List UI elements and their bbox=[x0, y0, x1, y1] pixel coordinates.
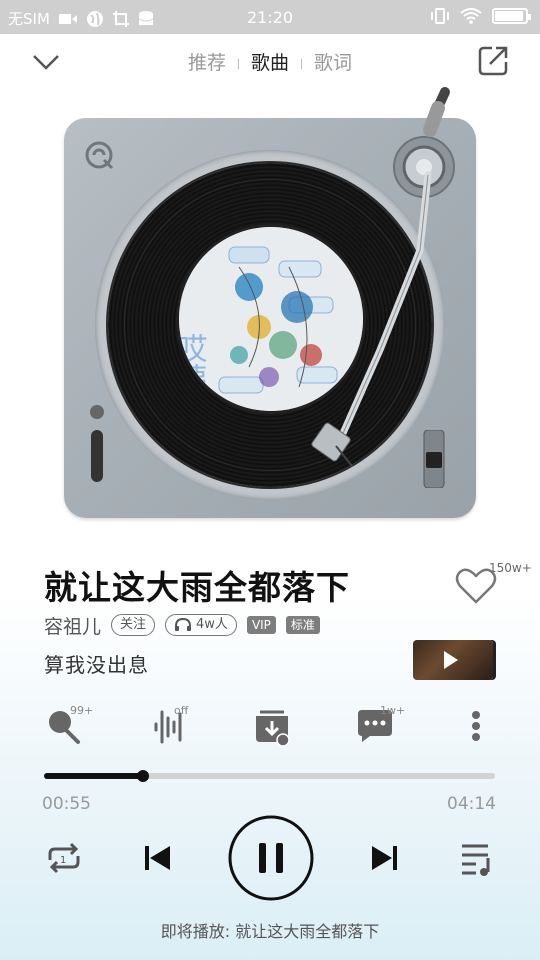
album-art[interactable]: 哎咦 bbox=[176, 224, 366, 414]
svg-text:1: 1 bbox=[60, 855, 66, 866]
battery-icon bbox=[492, 8, 531, 24]
share-icon[interactable] bbox=[476, 44, 510, 78]
app-logo-icon bbox=[85, 141, 114, 170]
vibrate-icon bbox=[431, 8, 449, 24]
top-nav: 推荐 歌曲 歌词 bbox=[0, 34, 540, 90]
tab-recommend[interactable]: 推荐 bbox=[176, 48, 238, 75]
like-count: 150w+ bbox=[489, 561, 532, 575]
comment-count: 1w+ bbox=[380, 704, 406, 717]
current-lyric[interactable]: 算我没出息 bbox=[44, 649, 149, 678]
progress-knob[interactable] bbox=[137, 770, 150, 782]
sound-effect-button[interactable]: off bbox=[148, 704, 192, 748]
repeat-icon[interactable]: 1 bbox=[44, 838, 84, 878]
wifi-icon bbox=[460, 8, 482, 24]
status-bar: 无SIM 21:20 bbox=[0, 0, 540, 34]
album-art-image: 哎咦 bbox=[179, 227, 363, 411]
comment-button[interactable]: 1w+ bbox=[354, 704, 405, 748]
pause-icon[interactable] bbox=[226, 813, 316, 903]
mv-thumbnail[interactable] bbox=[413, 640, 493, 680]
more-button[interactable] bbox=[456, 704, 500, 748]
play-icon bbox=[444, 651, 458, 669]
previous-icon[interactable] bbox=[140, 838, 176, 878]
download-icon bbox=[256, 710, 290, 747]
tab-song[interactable]: 歌曲 bbox=[239, 48, 301, 75]
sing-count: 99+ bbox=[70, 704, 94, 717]
next-up-label[interactable]: 即将播放: 就让这大雨全都落下 bbox=[0, 918, 540, 942]
song-meta-row: 容祖儿 关注 4w人 VIP 标准 bbox=[44, 612, 320, 638]
follow-button[interactable]: 关注 bbox=[111, 614, 156, 636]
more-icon bbox=[472, 711, 480, 741]
sound-effect-status: off bbox=[174, 704, 189, 717]
vip-tag: VIP bbox=[246, 616, 276, 634]
quality-tag[interactable]: 标准 bbox=[285, 616, 320, 634]
progress-fill bbox=[44, 773, 144, 779]
playlist-icon[interactable] bbox=[458, 838, 498, 878]
sing-button[interactable]: 99+ bbox=[44, 704, 93, 748]
speed-switch[interactable] bbox=[422, 430, 446, 488]
tab-lyrics[interactable]: 歌词 bbox=[302, 48, 364, 75]
status-right bbox=[430, 8, 531, 24]
song-title: 就让这大雨全都落下 bbox=[44, 568, 350, 607]
listeners-count: 4w人 bbox=[196, 617, 228, 632]
action-row: 99+ off 1w+ bbox=[0, 700, 540, 750]
progress-bar[interactable] bbox=[44, 770, 495, 782]
artist-name[interactable]: 容祖儿 bbox=[44, 612, 101, 639]
tab-bar: 推荐 歌曲 歌词 bbox=[0, 48, 540, 75]
current-time: 00:55 bbox=[42, 794, 91, 814]
power-switch[interactable] bbox=[88, 404, 106, 486]
total-time: 04:14 bbox=[447, 794, 496, 814]
download-button[interactable] bbox=[250, 704, 294, 748]
headphones-icon bbox=[175, 618, 192, 631]
next-icon[interactable] bbox=[366, 838, 402, 878]
listeners-badge[interactable]: 4w人 bbox=[165, 614, 237, 636]
